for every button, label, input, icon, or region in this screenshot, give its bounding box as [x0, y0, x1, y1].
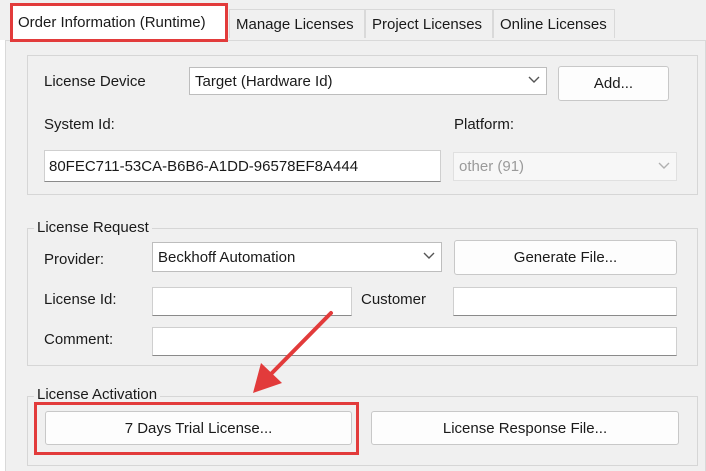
- annotation-arrow-icon: [253, 311, 333, 393]
